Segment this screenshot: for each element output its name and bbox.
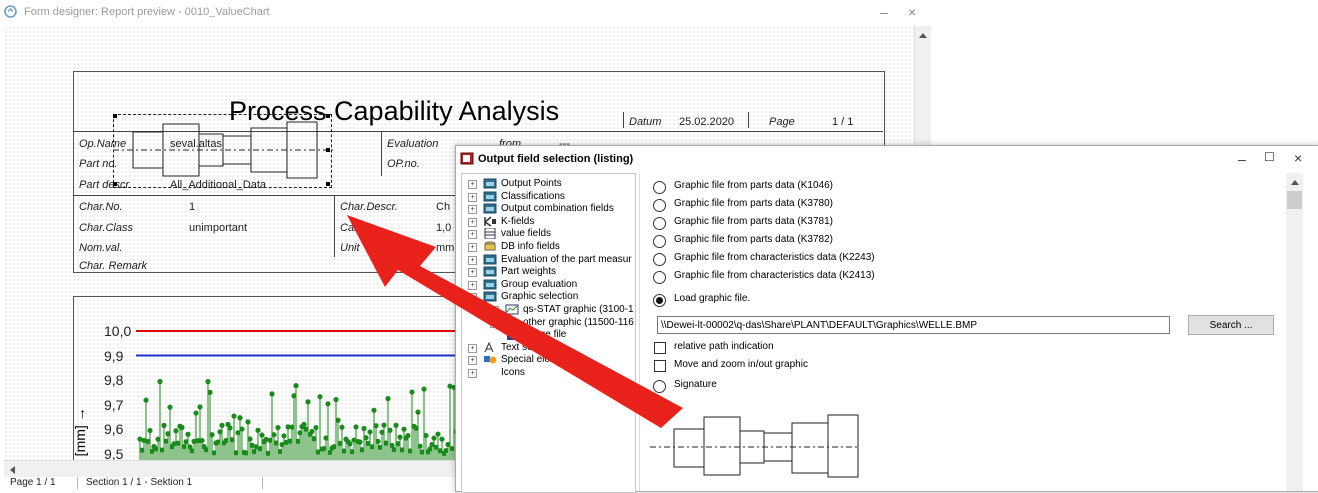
annotation-arrow <box>347 215 683 428</box>
